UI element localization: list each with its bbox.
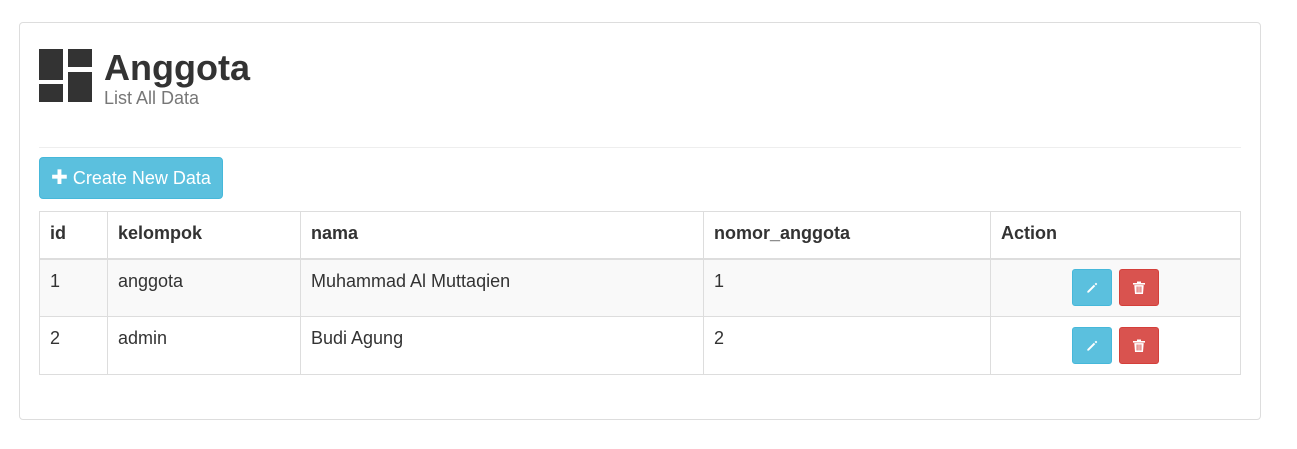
pencil-icon	[1087, 282, 1098, 293]
table-header-row: id kelompok nama nomor_anggota Action	[39, 211, 1241, 260]
column-header-nama[interactable]: nama	[300, 211, 704, 260]
edit-button[interactable]	[1071, 269, 1112, 307]
cell-kelompok: anggota	[107, 258, 301, 317]
edit-button[interactable]	[1071, 327, 1112, 364]
page-header: Anggota List All Data	[39, 48, 250, 108]
create-new-data-label: Create New Data	[72, 167, 211, 188]
cell-nama: Budi Agung	[300, 316, 704, 375]
column-header-action: Action	[990, 211, 1241, 260]
column-header-id[interactable]: id	[39, 211, 108, 260]
cell-action	[990, 258, 1241, 317]
cell-id: 2	[39, 316, 108, 375]
dashboard-icon	[39, 49, 92, 102]
cell-id: 1	[39, 258, 108, 317]
panel: Anggota List All Data ✚ Create New Data …	[19, 22, 1261, 420]
table-row: 1 anggota Muhammad Al Muttaqien 1	[39, 258, 1241, 317]
pencil-icon	[1087, 340, 1098, 351]
cell-nomor-anggota: 2	[703, 316, 991, 375]
delete-button[interactable]	[1119, 269, 1159, 307]
column-header-kelompok[interactable]: kelompok	[107, 211, 301, 260]
delete-button[interactable]	[1119, 327, 1159, 364]
plus-icon: ✚	[51, 167, 68, 189]
page-subtitle: List All Data	[104, 88, 200, 108]
cell-kelompok: admin	[107, 316, 301, 375]
page-title: Anggota	[104, 47, 250, 88]
table-row: 2 admin Budi Agung 2	[39, 316, 1241, 375]
page-titles: Anggota List All Data	[104, 47, 250, 109]
trash-icon	[1133, 339, 1145, 352]
header-divider	[39, 147, 1241, 148]
column-header-nomor-anggota[interactable]: nomor_anggota	[703, 211, 991, 260]
cell-action	[990, 316, 1241, 375]
cell-nomor-anggota: 1	[703, 258, 991, 317]
cell-nama: Muhammad Al Muttaqien	[300, 258, 704, 317]
data-table: id kelompok nama nomor_anggota Action 1 …	[39, 211, 1241, 375]
create-new-data-button[interactable]: ✚ Create New Data	[39, 157, 223, 199]
trash-icon	[1133, 281, 1145, 294]
